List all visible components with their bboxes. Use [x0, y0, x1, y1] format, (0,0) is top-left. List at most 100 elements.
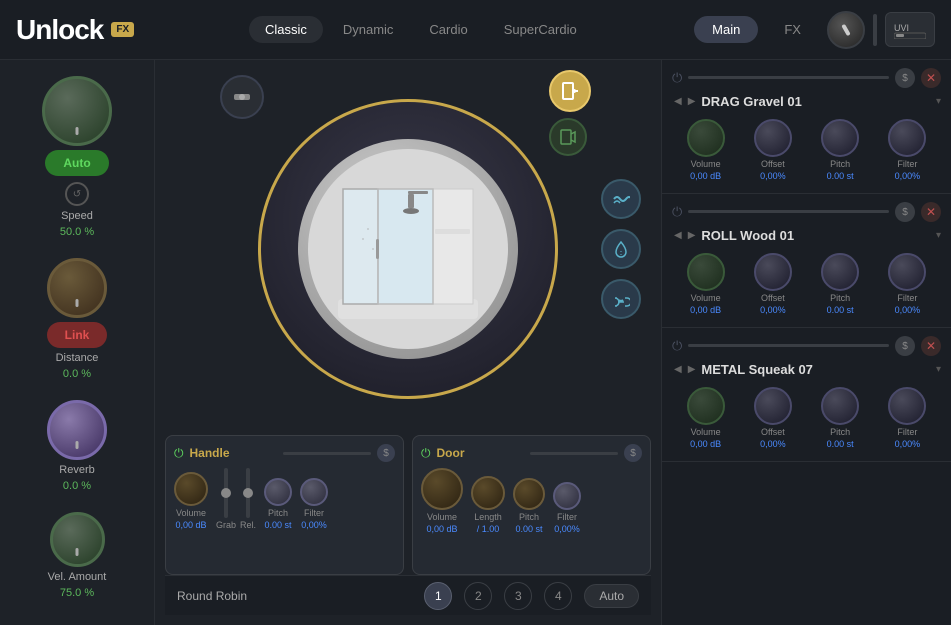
sound-2-volume-knob[interactable] — [687, 387, 725, 425]
round-num-1[interactable]: 1 — [424, 582, 452, 610]
fx-button[interactable]: FX — [766, 16, 819, 43]
door2-icon-btn[interactable] — [549, 118, 587, 156]
tab-cardio[interactable]: Cardio — [413, 16, 483, 43]
sound-1-pitch-group: Pitch 0.00 st — [821, 253, 859, 315]
sound-0-volume-group: Volume 0,00 dB — [687, 119, 725, 181]
sound-2-prev[interactable]: ◀ — [672, 362, 684, 377]
uvi-button[interactable]: UVI — [885, 12, 935, 47]
sound-0-expand[interactable]: ▾ — [936, 96, 941, 107]
sound-row-0-header: ⏻ $ ✕ — [672, 68, 941, 88]
right-panel: ⏻ $ ✕ ◀ ▶ DRAG Gravel 01 ▾ Volume 0,00 d… — [661, 60, 951, 625]
link-icon-btn[interactable] — [601, 279, 641, 319]
svg-text:UVI: UVI — [894, 23, 909, 33]
sound-2-pitch-value: 0.00 st — [827, 439, 854, 449]
handle-volume-control[interactable] — [174, 472, 208, 506]
sound-2-next[interactable]: ▶ — [686, 362, 698, 377]
sound-1-power[interactable]: ⏻ — [672, 204, 682, 220]
sound-2-filter-knob[interactable] — [888, 387, 926, 425]
sound-1-close-btn[interactable]: ✕ — [921, 202, 941, 222]
sound-2-volume-value: 0,00 dB — [690, 439, 721, 449]
sound-1-offset-group: Offset 0,00% — [754, 253, 792, 315]
center-panel: ⏻ Handle $ Volume 0,00 dB — [155, 60, 661, 625]
sound-1-title-row: ◀ ▶ ROLL Wood 01 ▾ — [672, 228, 941, 243]
speed-knob[interactable] — [42, 76, 112, 146]
auto-button[interactable]: Auto — [45, 150, 108, 176]
visualizer-area — [165, 70, 651, 427]
door-pitch-control[interactable] — [513, 478, 545, 510]
door-length-control[interactable] — [471, 476, 505, 510]
link-button[interactable]: Link — [47, 322, 108, 348]
round-num-4[interactable]: 4 — [544, 582, 572, 610]
handle-dollar-btn[interactable]: $ — [377, 444, 395, 462]
sound-2-offset-knob[interactable] — [754, 387, 792, 425]
round-num-3[interactable]: 3 — [504, 582, 532, 610]
sound-2-name: METAL Squeak 07 — [701, 362, 813, 377]
round-num-2[interactable]: 2 — [464, 582, 492, 610]
drop-icon-btn[interactable] — [601, 229, 641, 269]
sound-1-expand[interactable]: ▾ — [936, 230, 941, 241]
sound-2-power[interactable]: ⏻ — [672, 338, 682, 354]
auto-icon[interactable]: ↺ — [65, 182, 89, 206]
handle-power-icon[interactable]: ⏻ — [174, 446, 184, 461]
sound-row-1-header: ⏻ $ ✕ — [672, 202, 941, 222]
sound-2-expand[interactable]: ▾ — [936, 364, 941, 375]
distance-knob[interactable] — [47, 258, 107, 318]
door-filter-control[interactable] — [553, 482, 581, 510]
handle-volume-label: Volume — [176, 508, 206, 518]
door-volume-label: Volume — [427, 512, 457, 522]
tab-dynamic[interactable]: Dynamic — [327, 16, 410, 43]
handle-pitch-control[interactable] — [264, 478, 292, 506]
grab-label: Grab — [216, 520, 236, 530]
reverb-label: Reverb — [59, 464, 94, 476]
sound-0-knobs: Volume 0,00 dB Offset 0,00% Pitch 0.00 s… — [672, 115, 941, 185]
sound-1-offset-value: 0,00% — [760, 305, 786, 315]
sound-0-prev[interactable]: ◀ — [672, 94, 684, 109]
sound-1-s-btn[interactable]: $ — [895, 202, 915, 222]
header: Unlock FX Classic Dynamic Cardio SuperCa… — [0, 0, 951, 60]
sound-0-next[interactable]: ▶ — [686, 94, 698, 109]
sound-0-pitch-value: 0.00 st — [827, 171, 854, 181]
reverb-knob[interactable] — [47, 400, 107, 460]
tab-classic[interactable]: Classic — [249, 16, 323, 43]
sound-1-volume-knob[interactable] — [687, 253, 725, 291]
tab-supercardio[interactable]: SuperCardio — [488, 16, 593, 43]
header-knob[interactable] — [827, 11, 865, 49]
sound-0-close-btn[interactable]: ✕ — [921, 68, 941, 88]
sound-2-offset-value: 0,00% — [760, 439, 786, 449]
sound-2-filter-group: Filter 0,00% — [888, 387, 926, 449]
vel-section: Vel. Amount 75.0 % — [12, 512, 142, 599]
sound-1-offset-knob[interactable] — [754, 253, 792, 291]
sound-0-volume-knob[interactable] — [687, 119, 725, 157]
sound-2-close-btn[interactable]: ✕ — [921, 336, 941, 356]
wave-icon-btn[interactable] — [601, 179, 641, 219]
sound-1-pitch-knob[interactable] — [821, 253, 859, 291]
sound-0-s-btn[interactable]: $ — [895, 68, 915, 88]
door-dollar-btn[interactable]: $ — [624, 444, 642, 462]
handle-filter-control[interactable] — [300, 478, 328, 506]
handle-progress — [283, 452, 371, 455]
sound-1-next[interactable]: ▶ — [686, 228, 698, 243]
sound-1-filter-knob[interactable] — [888, 253, 926, 291]
door-pitch-label: Pitch — [519, 512, 539, 522]
vel-knob[interactable] — [50, 512, 105, 567]
sound-0-offset-knob[interactable] — [754, 119, 792, 157]
sound-0-filter-knob[interactable] — [888, 119, 926, 157]
sound-2-pitch-knob[interactable] — [821, 387, 859, 425]
reverb-section: Reverb 0.0 % — [12, 400, 142, 492]
door-volume-control[interactable] — [421, 468, 463, 510]
handle-filter-knob: Filter 0,00% — [300, 478, 328, 530]
sound-1-prev[interactable]: ◀ — [672, 228, 684, 243]
auto-bottom-btn[interactable]: Auto — [584, 584, 639, 608]
sound-0-power[interactable]: ⏻ — [672, 70, 682, 86]
sound-2-volume-label: Volume — [691, 427, 721, 437]
grab-track[interactable] — [224, 468, 228, 518]
sound-0-pitch-knob[interactable] — [821, 119, 859, 157]
door-power-icon[interactable]: ⏻ — [421, 446, 431, 461]
rel-track[interactable] — [246, 468, 250, 518]
handle-icon-btn[interactable] — [220, 75, 264, 119]
main-button[interactable]: Main — [694, 16, 758, 43]
sound-2-s-btn[interactable]: $ — [895, 336, 915, 356]
door-icon-btn[interactable] — [549, 70, 591, 112]
round-robin-label: Round Robin — [177, 589, 247, 603]
sound-0-filter-value: 0,00% — [895, 171, 921, 181]
